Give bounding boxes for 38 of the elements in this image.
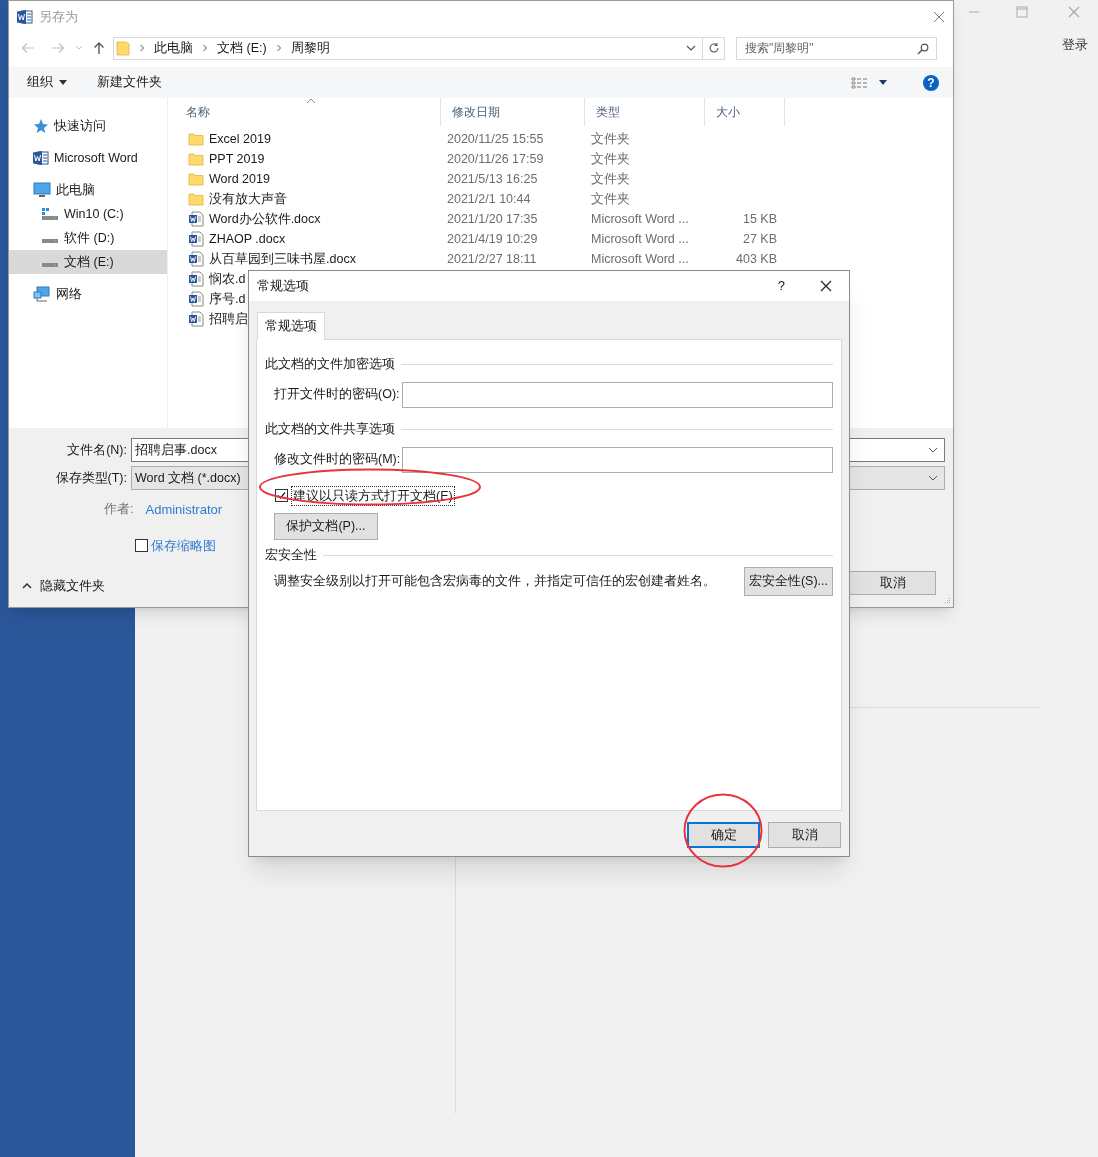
- file-size: 27 KB: [742, 230, 777, 248]
- macro-description: 调整安全级别以打开可能包含宏病毒的文件，并指定可信任的宏创建者姓名。: [274, 573, 717, 591]
- field-label: 文件名(N):: [66, 441, 128, 459]
- file-name: 没有放大声音: [209, 190, 287, 208]
- file-name: 招聘启: [209, 310, 248, 328]
- file-type: Microsoft Word ...: [591, 251, 689, 266]
- file-date: 2021/1/20 17:35: [447, 211, 538, 226]
- file-type: 文件夹: [591, 131, 630, 146]
- file-type: Microsoft Word ...: [591, 211, 689, 226]
- file-type: 文件夹: [591, 151, 630, 166]
- file-size: 15 KB: [742, 210, 777, 228]
- file-date: 2020/11/26 17:59: [447, 151, 544, 166]
- file-name: 从百草园到三味书屋.docx: [209, 250, 356, 268]
- file-name: 悯农.d: [209, 270, 246, 288]
- file-name: PPT 2019: [209, 150, 265, 168]
- file-date: 2020/11/25 15:55: [447, 131, 544, 146]
- file-type: 文件夹: [591, 191, 630, 206]
- section-heading: 此文档的文件加密选项: [265, 356, 395, 373]
- file-size: 403 KB: [736, 250, 777, 268]
- file-date: 2021/5/13 16:25: [447, 171, 538, 186]
- file-name: ZHAOP .docx: [209, 230, 286, 248]
- file-name: Word办公软件.docx: [209, 210, 321, 228]
- file-date: 2021/4/19 10:29: [447, 231, 538, 246]
- field-label: 打开文件时的密码(O):: [274, 386, 401, 404]
- author-label: 作者:: [104, 501, 134, 519]
- file-date: 2021/2/27 18:11: [447, 251, 537, 266]
- dialog-title: 常规选项: [257, 277, 309, 295]
- section-heading: 此文档的文件共享选项: [265, 420, 395, 438]
- file-name: Word 2019: [209, 170, 270, 188]
- window-title: 另存为: [39, 8, 78, 26]
- file-type: Microsoft Word ...: [591, 231, 689, 246]
- file-name: 序号.d: [209, 290, 246, 308]
- section-heading: 宏安全性: [265, 547, 317, 565]
- field-label: 修改文件时的密码(M):: [274, 451, 402, 469]
- file-name: Excel 2019: [209, 130, 271, 148]
- file-date: 2021/2/1 10:44: [447, 191, 531, 206]
- field-label: 保存类型(T):: [54, 469, 128, 487]
- file-type: 文件夹: [591, 171, 630, 186]
